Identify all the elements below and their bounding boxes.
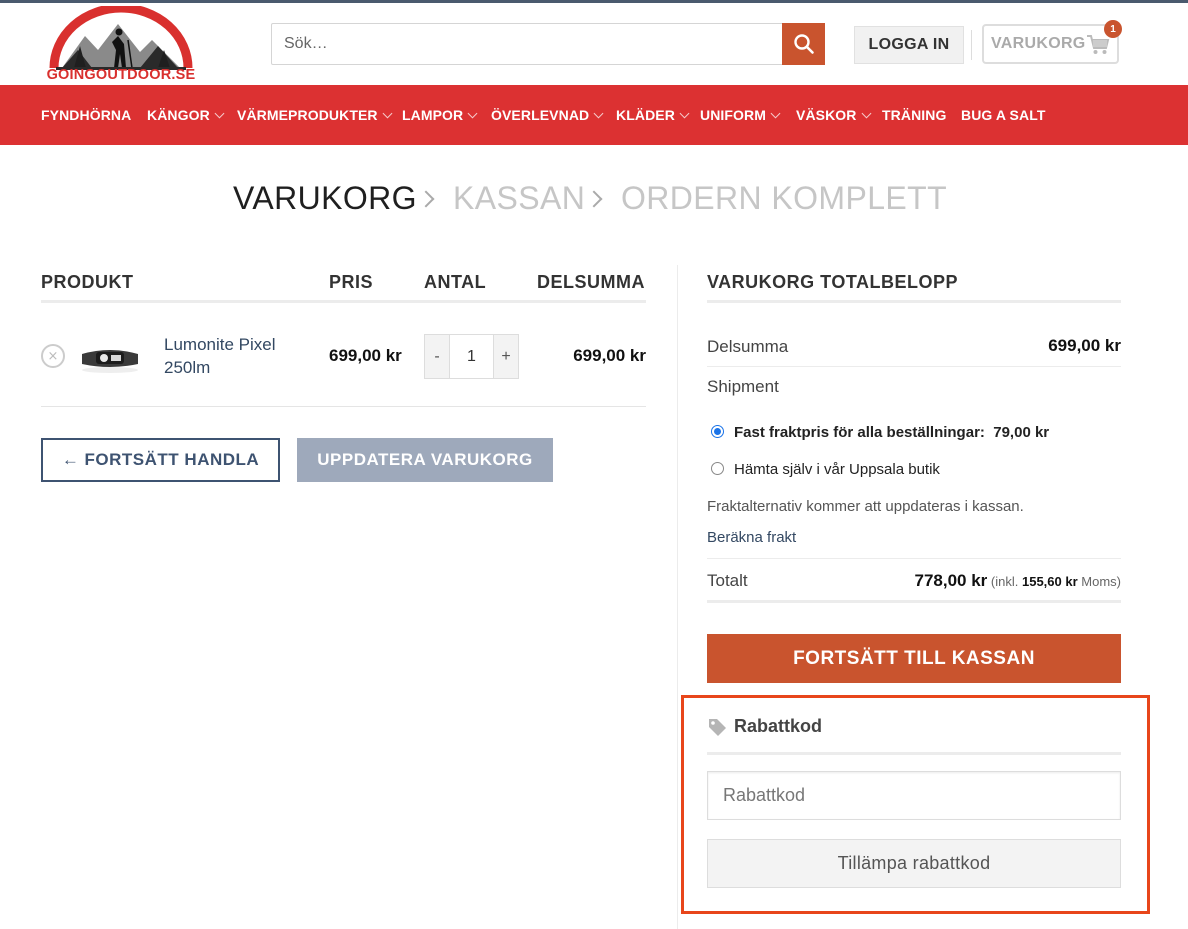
product-name-link[interactable]: Lumonite Pixel 250lm [164,333,314,379]
coupon-title: Rabattkod [707,716,822,737]
cart-label: VARUKORG [991,35,1086,52]
product-thumbnail[interactable] [78,340,142,376]
update-cart-button[interactable]: UPPDATERA VARUKORG [297,438,553,482]
total-value: 778,00 kr (inkl. 155,60 kr Moms) [914,571,1121,590]
site-logo[interactable]: GOINGOUTDOOR.SE [40,3,202,84]
table-row-divider [41,406,646,407]
chevron-down-icon [679,108,690,118]
main-nav: FYNDHÖRNA KÄNGOR VÄRMEPRODUKTER LAMPOR Ö… [0,85,1188,145]
quantity-stepper: - 1 + [424,334,519,379]
chevron-down-icon [467,108,478,118]
totals-header-divider [707,300,1121,303]
proceed-to-checkout-button[interactable]: FORTSÄTT TILL KASSAN [707,634,1121,683]
search-button[interactable] [782,23,825,65]
cart-totals-title: VARUKORG TOTALBELOPP [707,272,959,292]
logo-mountain-icon [49,3,193,70]
breadcrumb-chevron-icon [585,190,603,208]
remove-item-button[interactable]: × [41,344,65,368]
coupon-divider [707,752,1121,755]
nav-item-varmeprodukter[interactable]: VÄRMEPRODUKTER [237,107,393,123]
logo-text: GOINGOUTDOOR.SE [46,67,196,83]
product-price: 699,00 kr [329,346,402,365]
nav-item-lampor[interactable]: LAMPOR [402,107,478,123]
chevron-down-icon [382,108,393,118]
chevron-down-icon [770,108,781,118]
breadcrumb-step-cart[interactable]: VARUKORG [233,180,417,217]
column-header-subtotal: DELSUMMA [537,272,645,292]
nav-item-vaskor[interactable]: VÄSKOR [796,107,871,123]
totals-row-divider [707,558,1121,559]
column-header-product: PRODUKT [41,272,134,292]
shipping-option-pickup[interactable]: Hämta själv i vår Uppsala butik [734,461,940,478]
totals-row-divider [707,366,1121,367]
nav-item-bug-a-salt[interactable]: BUG A SALT [961,107,1045,123]
totals-footer-divider [707,600,1121,603]
total-label: Totalt [707,571,748,590]
column-header-quantity: ANTAL [424,272,487,292]
shipment-label: Shipment [707,377,779,396]
product-subtotal: 699,00 kr [573,346,646,365]
cart-count-badge: 1 [1104,20,1122,38]
shipping-note: Fraktalternativ kommer att uppdateras i … [707,498,1024,515]
search-box [271,23,825,65]
login-button[interactable]: LOGGA IN [854,26,964,64]
nav-item-uniform[interactable]: UNIFORM [700,107,781,123]
quantity-plus-button[interactable]: + [494,335,518,378]
column-header-price: PRIS [329,272,374,292]
apply-coupon-button[interactable]: Tillämpa rabattkod [707,839,1121,888]
table-header-divider [41,300,646,303]
nav-item-kangor[interactable]: KÄNGOR [147,107,225,123]
continue-shopping-button[interactable]: ← FORTSÄTT HANDLA [41,438,280,482]
coupon-code-input[interactable] [707,771,1121,820]
nav-item-klader[interactable]: KLÄDER [616,107,690,123]
breadcrumb-chevron-icon [417,190,435,208]
shopping-cart-icon [1087,35,1110,54]
top-accent-line [0,0,1188,3]
chevron-down-icon [214,108,225,118]
tag-icon [709,718,726,736]
header-divider [971,30,972,60]
chevron-down-icon [593,108,604,118]
nav-item-fyndhorna[interactable]: FYNDHÖRNA [41,107,131,123]
shipping-option-flat-rate[interactable]: Fast fraktpris för alla beställningar: 7… [734,424,1049,441]
shipping-radio-pickup[interactable] [711,462,724,475]
search-icon [793,34,814,54]
quantity-input[interactable]: 1 [449,335,494,378]
search-input[interactable] [272,24,783,64]
subtotal-value: 699,00 kr [1048,336,1121,355]
breadcrumb-step-checkout[interactable]: KASSAN [453,180,585,217]
column-divider [677,265,678,929]
quantity-minus-button[interactable]: - [425,335,449,378]
calculate-shipping-link[interactable]: Beräkna frakt [707,529,796,546]
subtotal-label: Delsumma [707,337,789,356]
headlamp-image [82,350,138,373]
nav-item-overlevnad[interactable]: ÖVERLEVNAD [491,107,604,123]
breadcrumb-step-complete: ORDERN KOMPLETT [621,180,948,216]
shipping-radio-flat-rate[interactable] [711,425,724,438]
cart-button[interactable]: VARUKORG [982,24,1119,64]
nav-item-traning[interactable]: TRÄNING [882,107,946,123]
chevron-down-icon [861,108,871,118]
